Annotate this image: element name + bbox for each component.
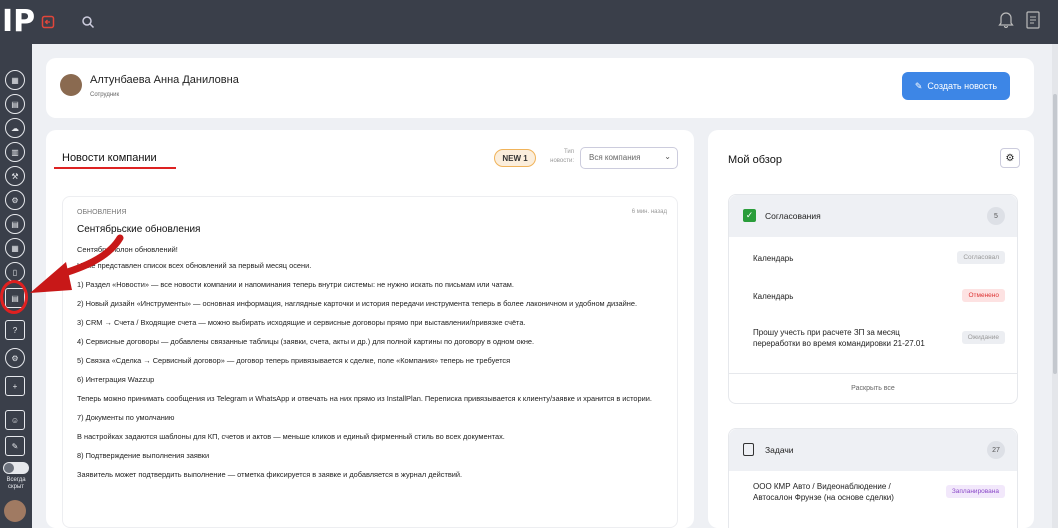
reports-icon[interactable]: ▦ [5, 238, 25, 258]
sidebar: ▦ ▤ ☁ ▥ ⚒ ⚙ ▤ ▦ ▯ ▤ ? ⚙ + ☺ ✎ Всегда скр… [0, 44, 32, 528]
post-body: Сентябрь полон обновлений! Ниже представ… [77, 245, 673, 489]
approvals-count: 5 [987, 207, 1005, 225]
edit-icon[interactable]: ✎ [5, 436, 25, 456]
approval-label: Календарь [753, 292, 794, 301]
settings-icon[interactable]: ⚙ [5, 348, 25, 368]
tasks-title: Задачи [765, 445, 794, 455]
task-icon [743, 443, 754, 456]
post-paragraph: В настройках задаются шаблоны для КП, сч… [77, 432, 505, 441]
type-select-value: Вся компания [589, 153, 641, 162]
status-badge: Запланирована [945, 485, 1005, 498]
sidebar-toggle[interactable] [3, 462, 29, 474]
status-badge: Ожидание [961, 331, 1005, 344]
check-icon: ✓ [743, 209, 756, 222]
status-badge: Отменено [962, 289, 1005, 302]
search-icon[interactable] [74, 0, 102, 44]
post-paragraph: 6) Интеграция Wazzup [77, 375, 155, 384]
profile-icon[interactable]: ☺ [5, 410, 25, 430]
approval-label: Календарь [753, 254, 794, 263]
overview-title: Мой обзор [728, 154, 782, 166]
type-select[interactable]: Вся компания ⌄ [580, 147, 678, 169]
type-label: Тип новости: [550, 149, 574, 164]
new-badge[interactable]: NEW 1 [494, 149, 536, 167]
scrollbar-thumb[interactable] [1053, 94, 1057, 374]
post-paragraph: 1) Раздел «Новости» — все новости компан… [77, 280, 514, 289]
service-icon[interactable]: ⚙ [5, 190, 25, 210]
task-label: ООО КМР Авто / Видеонаблюдение / Автосал… [753, 482, 894, 502]
news-card: Новости компании NEW 1 Тип новости: Вся … [46, 130, 694, 528]
post-paragraph: 8) Подтверждение выполнения заявки [77, 451, 210, 460]
news-title: Новости компании [62, 152, 157, 164]
bell-icon[interactable] [998, 10, 1014, 33]
toggle-label: Всегда скрыт [6, 477, 26, 490]
tasks-block: Задачи 27 ООО КМР Авто / Видеонаблюдение… [728, 428, 1018, 528]
overview-card: Мой обзор ⚙ ✓ Согласования 5 Календарь С… [708, 130, 1034, 528]
add-document-icon[interactable]: + [5, 376, 25, 396]
sidebar-avatar[interactable] [4, 500, 26, 522]
highlight-circle [0, 280, 28, 314]
post-title: Сентябрьские обновления [77, 224, 201, 235]
expand-all-link[interactable]: Раскрыть все [729, 373, 1017, 403]
post-category: ОБНОВЛЕНИЯ [77, 209, 127, 216]
avatar[interactable] [60, 74, 82, 96]
scrollbar[interactable] [1052, 44, 1058, 528]
title-underline [54, 167, 176, 169]
user-role: Сотрудник [90, 92, 120, 98]
tasks-header[interactable]: Задачи 27 [729, 429, 1017, 471]
requests-icon[interactable]: ▤ [5, 94, 25, 114]
create-news-button[interactable]: ✎ Создать новость [902, 72, 1010, 100]
post-paragraph: 5) Связка «Сделка → Сервисный договор» —… [77, 356, 511, 365]
post-paragraph: Заявитель может подтвердить выполнение —… [77, 470, 463, 479]
post-paragraph: Ниже представлен список всех обновлений … [77, 261, 312, 270]
document-icon[interactable] [1024, 10, 1042, 35]
calendar-icon[interactable]: ▦ [5, 70, 25, 90]
approvals-header[interactable]: ✓ Согласования 5 [729, 195, 1017, 237]
news-post[interactable]: ОБНОВЛЕНИЯ 6 мин. назад Сентябрьские обн… [62, 196, 678, 528]
pencil-icon: ✎ [914, 80, 923, 91]
status-badge: Согласовал [957, 251, 1005, 264]
post-paragraph: 3) CRM → Счета / Входящие счета — можно … [77, 318, 526, 327]
user-card: Алтунбаева Анна Даниловна Сотрудник ✎ Со… [46, 58, 1034, 118]
chevron-down-icon: ⌄ [664, 152, 671, 161]
tasks-count: 27 [987, 441, 1005, 459]
app-logo[interactable]: IP [0, 0, 35, 44]
phone-icon[interactable]: ▯ [5, 262, 25, 282]
approvals-title: Согласования [765, 211, 821, 221]
user-name: Алтунбаева Анна Даниловна [90, 74, 239, 86]
approvals-block: ✓ Согласования 5 Календарь Согласовал Ка… [728, 194, 1018, 404]
gear-icon[interactable]: ⚙ [1000, 148, 1020, 168]
help-icon[interactable]: ? [5, 320, 25, 340]
post-paragraph: Сентябрь полон обновлений! [77, 245, 178, 254]
post-paragraph: Теперь можно принимать сообщения из Tele… [77, 394, 652, 403]
approval-label: Прошу учесть при расчете ЗП за месяц пер… [753, 328, 925, 348]
post-paragraph: 2) Новый дизайн «Инструменты» — основная… [77, 299, 638, 308]
post-paragraph: 4) Сервисные договоры — добавлены связан… [77, 337, 535, 346]
exit-icon[interactable] [34, 0, 62, 44]
post-time: 6 мин. назад [631, 209, 667, 215]
post-paragraph: 7) Документы по умолчанию [77, 413, 175, 422]
objects-icon[interactable]: ▥ [5, 142, 25, 162]
crm-icon[interactable]: ☁ [5, 118, 25, 138]
create-news-label: Создать новость [927, 81, 998, 91]
top-bar: IP [0, 0, 1058, 44]
documents-icon[interactable]: ▤ [5, 214, 25, 234]
tools-icon[interactable]: ⚒ [5, 166, 25, 186]
